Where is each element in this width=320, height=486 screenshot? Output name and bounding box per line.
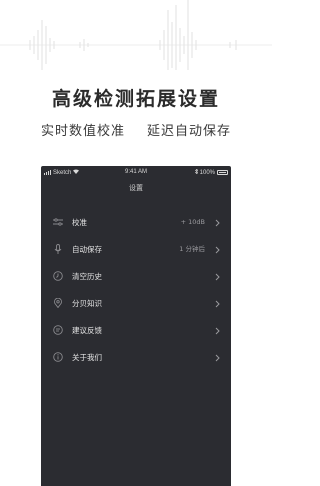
battery-icon xyxy=(217,170,228,175)
settings-row-label: 自动保存 xyxy=(72,245,102,254)
chat-bubble-icon xyxy=(53,325,63,335)
chevron-right-icon xyxy=(215,209,220,227)
settings-row-clear-history[interactable]: 清空历史 xyxy=(41,263,231,290)
status-bar: Sketch 9:41 AM 100% xyxy=(41,166,231,180)
feature-subline: 实时数值校准 延迟自动保存 xyxy=(0,120,272,139)
chevron-right-icon xyxy=(215,317,220,335)
settings-row-calibration[interactable]: 校准 + 10dB xyxy=(41,209,231,236)
settings-row-label: 分贝知识 xyxy=(72,299,102,308)
chevron-right-icon xyxy=(215,263,220,281)
settings-row-autosave[interactable]: 自动保存 1 分钟后 xyxy=(41,236,231,263)
settings-row-feedback[interactable]: 建议反馈 xyxy=(41,317,231,344)
chevron-right-icon xyxy=(215,236,220,254)
feature-headline: 高级检测拓展设置 xyxy=(51,88,220,110)
chevron-right-icon xyxy=(215,290,220,308)
bluetooth-icon xyxy=(194,168,199,176)
location-pin-icon xyxy=(53,298,63,308)
sliders-icon xyxy=(53,217,63,227)
chevron-right-icon xyxy=(215,344,220,362)
waveform-decoration xyxy=(0,0,272,70)
settings-row-label: 校准 xyxy=(72,218,87,227)
settings-row-decibel-knowledge[interactable]: 分贝知识 xyxy=(41,290,231,317)
clock-icon xyxy=(53,271,63,281)
settings-row-about[interactable]: 关于我们 xyxy=(41,344,231,371)
phone-screen: Sketch 9:41 AM 100% 设置 校准 + 10dB 自动保存 1 … xyxy=(41,166,231,486)
settings-row-value: + 10dB xyxy=(180,218,205,226)
subline-left: 实时数值校准 xyxy=(40,124,125,139)
info-icon xyxy=(53,352,63,362)
settings-row-label: 清空历史 xyxy=(72,272,102,281)
settings-row-value: 1 分钟后 xyxy=(179,245,205,253)
settings-row-label: 关于我们 xyxy=(72,353,102,362)
settings-row-label: 建议反馈 xyxy=(72,326,102,335)
subline-right: 延迟自动保存 xyxy=(147,124,232,139)
battery-percent: 100% xyxy=(199,169,215,176)
microphone-icon xyxy=(53,244,63,254)
screen-title: 设置 xyxy=(129,184,143,192)
settings-list: 校准 + 10dB 自动保存 1 分钟后 清空历史 分贝知识 建议反馈 关于我们 xyxy=(41,209,231,371)
